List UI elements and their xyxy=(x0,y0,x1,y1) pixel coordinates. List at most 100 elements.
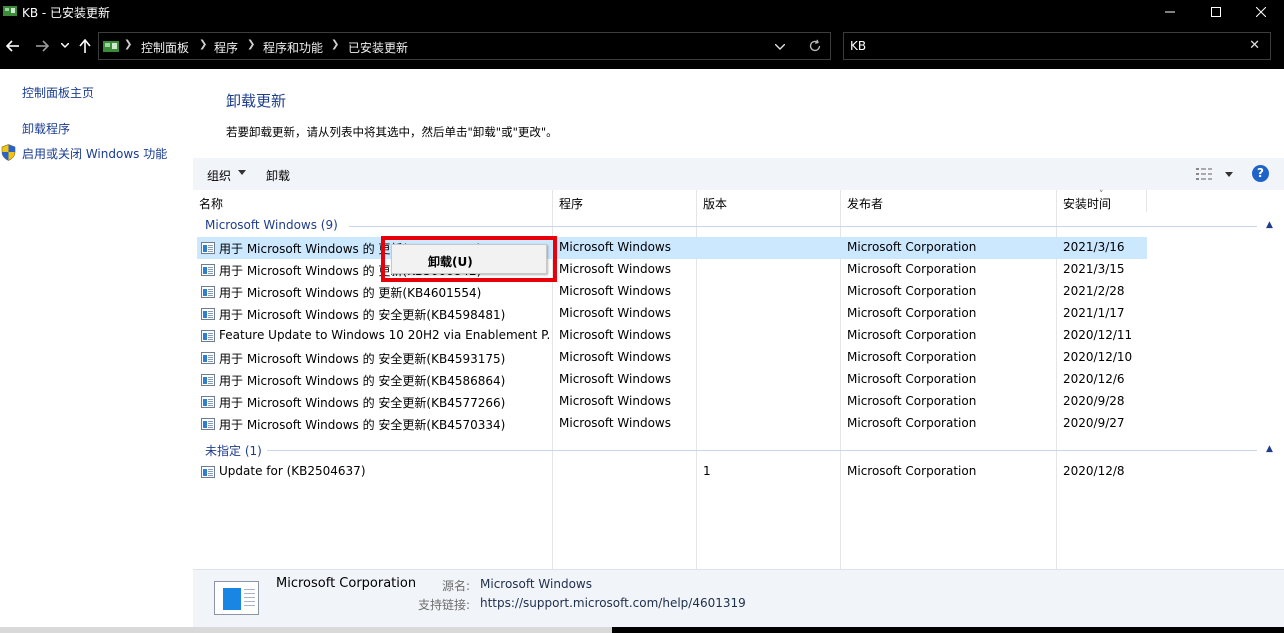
column-header: 名称 程序 版本 发布者 安装时间 ˅ xyxy=(193,190,1284,214)
shield-icon xyxy=(1,144,16,161)
close-button[interactable] xyxy=(1238,0,1284,24)
collapse-group-icon[interactable]: ▲ xyxy=(1266,444,1273,454)
table-row[interactable]: 用于 Microsoft Windows 的 安全更新(KB4586864) Mi… xyxy=(197,369,1147,391)
uninstall-button[interactable]: 卸载 xyxy=(266,167,290,184)
column-installed-on[interactable]: 安装时间 xyxy=(1063,195,1111,212)
view-options-icon[interactable] xyxy=(1196,167,1214,181)
cell-name: 用于 Microsoft Windows 的 安全更新(KB4577266) xyxy=(219,396,506,410)
cell-publisher: Microsoft Corporation xyxy=(847,284,977,298)
close-icon xyxy=(1256,7,1266,17)
column-divider[interactable] xyxy=(1146,190,1147,212)
cell-name: 用于 Microsoft Windows 的 安全更新(KB4598481) xyxy=(219,308,506,322)
cell-program: Microsoft Windows xyxy=(559,284,671,298)
cell-name: Feature Update to Windows 10 20H2 via En… xyxy=(219,328,549,342)
update-icon xyxy=(201,374,215,386)
command-bar: 组织 卸载 ? xyxy=(193,158,1284,190)
search-input[interactable] xyxy=(850,37,1230,55)
navigation-bar: ❯ 控制面板 ❯ 程序 ❯ 程序和功能 ❯ 已安装更新 ✕ xyxy=(0,24,1284,69)
column-name[interactable]: 名称 xyxy=(199,195,223,212)
taskbar-edge xyxy=(0,627,1284,633)
breadcrumb-separator-icon: ❯ xyxy=(199,39,208,50)
support-link-value[interactable]: https://support.microsoft.com/help/46013… xyxy=(480,596,746,610)
cell-publisher: Microsoft Corporation xyxy=(847,306,977,320)
details-publisher: Microsoft Corporation xyxy=(276,576,417,591)
group-header-unspecified[interactable]: 未指定 (1) xyxy=(205,442,262,459)
cell-program: Microsoft Windows xyxy=(559,240,671,254)
update-icon xyxy=(201,308,215,320)
control-panel-icon xyxy=(3,6,17,16)
recent-locations-button[interactable] xyxy=(59,35,71,57)
cell-name: Update for (KB2504637) xyxy=(219,464,366,478)
refresh-icon[interactable] xyxy=(808,39,822,53)
update-icon xyxy=(201,330,215,342)
table-row[interactable]: 用于 Microsoft Windows 的 安全更新(KB4598481) Mi… xyxy=(197,303,1147,325)
maximize-button[interactable] xyxy=(1193,0,1239,24)
cell-installed-on: 2020/12/10 xyxy=(1063,350,1133,364)
clear-search-icon[interactable]: ✕ xyxy=(1249,38,1260,53)
cell-publisher: Microsoft Corporation xyxy=(847,350,977,364)
breadcrumb-control-panel[interactable]: 控制面板 xyxy=(141,39,189,56)
cell-installed-on: 2021/2/28 xyxy=(1063,284,1125,298)
update-icon xyxy=(201,466,215,478)
column-publisher[interactable]: 发布者 xyxy=(847,195,883,212)
cell-installed-on: 2020/12/11 xyxy=(1063,328,1133,342)
breadcrumb-installed-updates[interactable]: 已安装更新 xyxy=(348,39,408,56)
cell-installed-on: 2021/3/16 xyxy=(1063,240,1125,254)
cell-publisher: Microsoft Corporation xyxy=(847,240,977,254)
breadcrumb-programs[interactable]: 程序 xyxy=(214,39,238,56)
address-bar[interactable]: ❯ 控制面板 ❯ 程序 ❯ 程序和功能 ❯ 已安装更新 xyxy=(98,32,831,60)
forward-button[interactable] xyxy=(33,35,51,57)
cell-program: Microsoft Windows xyxy=(559,262,671,276)
table-row[interactable]: 用于 Microsoft Windows 的 更新(KB4601554) Micr… xyxy=(197,281,1147,303)
minimize-button[interactable] xyxy=(1147,0,1193,24)
search-box[interactable]: ✕ xyxy=(843,32,1271,60)
cell-program: Microsoft Windows xyxy=(559,328,671,342)
table-row[interactable]: Feature Update to Windows 10 20H2 via En… xyxy=(197,325,1147,347)
breadcrumb-programs-and-features[interactable]: 程序和功能 xyxy=(263,39,323,56)
details-pane: Microsoft Corporation 源名: Microsoft Wind… xyxy=(193,569,1284,627)
group-header-microsoft-windows[interactable]: Microsoft Windows (9) xyxy=(205,218,338,232)
help-button[interactable]: ? xyxy=(1252,165,1269,182)
update-icon xyxy=(201,242,215,254)
update-icon xyxy=(201,264,215,276)
organize-button[interactable]: 组织 xyxy=(207,167,231,184)
update-icon xyxy=(201,286,215,298)
context-menu: 卸载(U) xyxy=(391,244,547,274)
table-row[interactable]: 用于 Microsoft Windows 的 安全更新(KB4577266) Mi… xyxy=(197,391,1147,413)
column-program[interactable]: 程序 xyxy=(559,195,583,212)
control-panel-home-link[interactable]: 控制面板主页 xyxy=(22,84,94,101)
source-label: 源名: xyxy=(442,579,471,593)
cell-installed-on: 2021/1/17 xyxy=(1063,306,1125,320)
up-button[interactable] xyxy=(77,35,93,57)
breadcrumb-separator-icon: ❯ xyxy=(331,39,340,50)
back-button[interactable] xyxy=(4,35,22,57)
update-icon xyxy=(201,418,215,430)
title-bar: KB - 已安装更新 xyxy=(0,0,1284,24)
cell-publisher: Microsoft Corporation xyxy=(847,372,977,386)
column-version[interactable]: 版本 xyxy=(703,195,727,212)
update-icon xyxy=(214,581,259,615)
cell-installed-on: 2020/9/28 xyxy=(1063,394,1125,408)
table-row[interactable]: 用于 Microsoft Windows 的 更新(KB5000842) Micr… xyxy=(197,259,1147,281)
uninstall-program-link[interactable]: 卸载程序 xyxy=(22,120,70,137)
cell-installed-on: 2020/12/8 xyxy=(1063,464,1125,478)
chevron-down-icon[interactable] xyxy=(775,44,785,50)
main-content: 卸载更新 若要卸载更新，请从列表中将其选中，然后单击"卸载"或"更改"。 组织 … xyxy=(193,69,1284,633)
view-dropdown-icon[interactable] xyxy=(1225,172,1233,177)
source-value: Microsoft Windows xyxy=(480,577,592,591)
cell-name: 用于 Microsoft Windows 的 安全更新(KB4593175) xyxy=(219,352,506,366)
breadcrumb-separator-icon: ❯ xyxy=(247,39,256,50)
cell-program: Microsoft Windows xyxy=(559,416,671,430)
context-menu-highlight: 卸载(U) xyxy=(381,236,557,282)
collapse-group-icon[interactable]: ▲ xyxy=(1266,220,1273,230)
table-row[interactable]: 用于 Microsoft Windows 的 安全更新(KB4570334) Mi… xyxy=(197,413,1147,435)
group-divider xyxy=(349,226,1257,227)
group-divider xyxy=(267,450,1257,451)
context-menu-uninstall[interactable]: 卸载(U) xyxy=(428,253,473,270)
table-row[interactable]: Update for (KB2504637) 1 Microsoft Corpora… xyxy=(197,461,1147,483)
page-title: 卸载更新 xyxy=(226,92,287,110)
table-row[interactable]: 用于 Microsoft Windows 的 更新(KB4601319) Micr… xyxy=(197,237,1147,259)
table-row[interactable]: 用于 Microsoft Windows 的 安全更新(KB4593175) Mi… xyxy=(197,347,1147,369)
windows-features-link[interactable]: 启用或关闭 Windows 功能 xyxy=(22,145,167,162)
maximize-icon xyxy=(1211,7,1221,17)
